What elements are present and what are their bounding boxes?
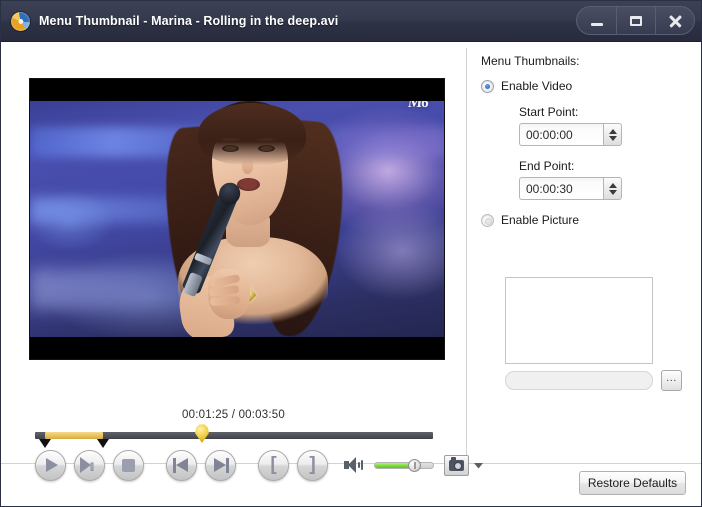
restore-defaults-button[interactable]: Restore Defaults [579,471,686,495]
start-point-spin-buttons[interactable] [603,123,622,146]
settings-panel: Menu Thumbnails: Enable Video Start Poin… [467,42,701,463]
volume-slider[interactable] [374,457,434,473]
video-pane: M6 00:01:25 / 00:03:50 [] [] [1,42,483,481]
video-subject-singer [30,101,444,343]
picture-path-input[interactable] [505,371,653,390]
camera-icon [449,457,464,471]
playhead-handle[interactable] [195,424,209,443]
end-point-label: End Point: [519,159,575,173]
close-button[interactable] [655,7,694,34]
close-icon [668,14,682,28]
chevron-down-icon[interactable] [474,462,483,468]
set-in-point-button[interactable]: [ [258,449,289,481]
volume-knob[interactable] [408,459,421,472]
play-segment-button[interactable] [74,449,105,481]
maximize-icon [630,15,642,26]
enable-video-label: Enable Video [501,79,573,93]
start-point-stepper[interactable]: 00:00:00 [519,123,622,146]
title-bar[interactable]: Menu Thumbnail - Marina - Rolling in the… [1,1,701,42]
stop-icon [122,458,135,472]
window-title: Menu Thumbnail - Marina - Rolling in the… [39,14,339,28]
radio-selected-icon [481,79,494,93]
mouth [237,178,260,191]
menu-thumbnails-label: Menu Thumbnails: [481,54,580,68]
eye-right [258,145,275,152]
end-point-stepper[interactable]: 00:00:30 [519,177,622,200]
letterbox-bottom [30,337,444,359]
enable-picture-radio[interactable]: Enable Picture [481,213,579,227]
maximize-button[interactable] [616,7,655,34]
browse-button[interactable]: ... [661,370,682,391]
spin-up-icon[interactable] [608,182,617,188]
previous-frame-icon [173,457,190,473]
next-frame-button[interactable] [205,449,236,481]
seek-bar[interactable] [35,424,433,448]
play-segment-icon [80,457,99,473]
time-display: 00:01:25 / 00:03:50 [182,409,285,421]
minimize-icon [590,22,603,26]
enable-video-radio[interactable]: Enable Video [481,79,572,93]
video-preview[interactable]: M6 [29,78,445,360]
start-point-label: Start Point: [519,105,579,119]
menu-thumbnail-dialog: Menu Thumbnail - Marina - Rolling in the… [0,0,702,507]
transport-controls: [ ] [35,447,483,483]
end-point-input[interactable]: 00:00:30 [519,177,603,200]
start-point-input[interactable]: 00:00:00 [519,123,603,146]
previous-frame-button[interactable] [166,449,197,481]
speaker-wave-1 [358,462,360,468]
eyebrow-left [221,138,240,141]
minimize-button[interactable] [577,7,616,34]
microphone-ring [194,252,213,266]
window-controls [576,6,695,35]
radio-unselected-icon [481,213,494,227]
enable-picture-label: Enable Picture [501,213,580,227]
next-frame-icon [212,457,229,473]
play-button[interactable] [35,449,66,481]
eye-left [222,145,239,152]
dialog-content: M6 00:01:25 / 00:03:50 [] [] Menu Thumb… [1,42,701,506]
hair-fringe [198,103,306,165]
set-out-point-button[interactable]: ] [297,449,328,481]
bracket-close-icon: ] [309,453,316,475]
disc-icon [11,11,30,31]
nose [242,157,253,174]
spin-up-icon[interactable] [608,128,617,134]
speaker-icon[interactable] [344,457,364,473]
play-icon [46,458,58,472]
seek-trim-region [45,432,103,439]
snapshot-button[interactable] [444,454,469,476]
speaker-cone [348,457,356,473]
speaker-wave-2 [361,460,363,470]
spin-down-icon[interactable] [608,189,617,195]
stop-button[interactable] [113,449,144,481]
end-point-spin-buttons[interactable] [603,177,622,200]
eyebrow-right [257,138,276,141]
spin-down-icon[interactable] [608,135,617,141]
bracket-open-icon: [ [270,453,277,475]
letterbox-top [30,79,444,101]
picture-preview[interactable] [505,277,653,364]
